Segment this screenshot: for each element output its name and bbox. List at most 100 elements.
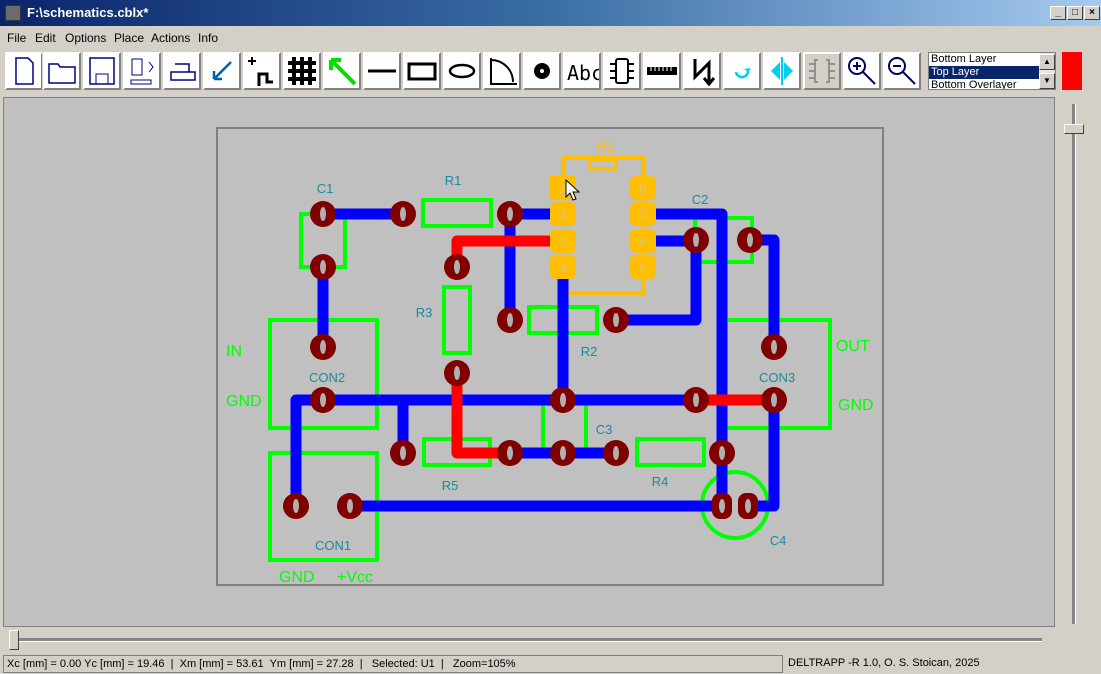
pad-hole (719, 446, 725, 460)
pad-hole (613, 446, 619, 460)
mirror-icon (771, 57, 793, 85)
title-bar: F:\schematics.cblx* _ □ × (0, 0, 1101, 26)
schematic-button[interactable] (122, 51, 162, 91)
designator-label: C4 (770, 533, 787, 548)
group-button[interactable] (802, 51, 842, 91)
designator-label: CON2 (309, 370, 345, 385)
layer-bottom[interactable]: Bottom Layer (929, 53, 1039, 66)
r4-body (635, 437, 706, 467)
text-icon: Abc (567, 61, 603, 85)
pad-hole (320, 340, 326, 354)
rotate-icon (734, 68, 751, 79)
menu-place[interactable]: Place (114, 31, 144, 45)
pad-hole (347, 499, 353, 513)
horizontal-slider[interactable] (12, 638, 1042, 642)
designator-label: R4 (652, 474, 669, 489)
print-button[interactable] (162, 51, 202, 91)
grid-icon (288, 57, 316, 85)
pad-hole (400, 207, 406, 221)
open-folder-button[interactable] (42, 51, 82, 91)
pad-hole (320, 260, 326, 274)
u1-pin-number: 5 (639, 260, 646, 275)
u1-pin-number: 4 (559, 260, 566, 275)
menu-edit[interactable]: Edit (35, 31, 56, 45)
track-icon (329, 58, 357, 86)
component-button[interactable] (602, 51, 642, 91)
designator-label: CON3 (759, 370, 795, 385)
save-icon (89, 57, 115, 85)
pad-hole (320, 207, 326, 221)
menu-actions[interactable]: Actions (151, 31, 190, 45)
pad-hole (693, 393, 699, 407)
zoom-out-button[interactable] (882, 51, 922, 91)
r3-body (442, 285, 472, 355)
layer-list-scrollbar[interactable]: ▲ ▼ (1039, 52, 1056, 90)
vertical-slider-thumb[interactable] (1064, 124, 1084, 134)
vertical-zoom-slider[interactable] (1072, 104, 1076, 624)
u1-pin-number: 7 (639, 207, 646, 222)
arc-button[interactable] (482, 51, 522, 91)
pcb-board[interactable]: 1234 5678U1C1R1C2R3R2CON2 CON3C3R5 R4CON1 C4… (3, 97, 1055, 627)
rectangle-button[interactable] (402, 51, 442, 91)
text-button[interactable]: Abc (562, 51, 603, 91)
pad-hole (320, 393, 326, 407)
pad-button[interactable] (522, 51, 562, 91)
track-button[interactable] (322, 51, 362, 91)
layer-bottom-overlayer[interactable]: Bottom Overlayer (929, 79, 1039, 89)
scroll-up-button[interactable]: ▲ (1039, 54, 1055, 70)
ellipse-button[interactable] (442, 51, 482, 91)
net-label: GND (279, 569, 315, 586)
rectangle-icon (407, 62, 437, 81)
designator-label: C1 (317, 181, 334, 196)
designator-label: R1 (445, 173, 462, 188)
line-button[interactable] (362, 51, 402, 91)
group-icon (809, 59, 835, 83)
pad-hole (293, 499, 299, 513)
new-file-button[interactable] (4, 51, 44, 91)
snap-icon (248, 57, 273, 86)
designator-label: C2 (692, 192, 709, 207)
schematic-icon (130, 58, 154, 85)
print-icon (170, 63, 196, 81)
pad-hole (400, 446, 406, 460)
designator-label: CON1 (315, 538, 351, 553)
minimize-button[interactable]: _ (1050, 6, 1066, 20)
grid-button[interactable] (282, 51, 322, 91)
u1-pin-number: 3 (559, 234, 566, 249)
designator-label: R5 (442, 478, 459, 493)
status-about: DELTRAPP -R 1.0, O. S. Stoican, 2025 (788, 657, 980, 669)
snap-button[interactable] (242, 51, 282, 91)
zoom-in-button[interactable] (842, 51, 882, 91)
pad-hole (693, 233, 699, 247)
menu-file[interactable]: File (7, 31, 26, 45)
ruler-button[interactable] (642, 51, 682, 91)
layer-top[interactable]: Top Layer (929, 66, 1039, 79)
close-button[interactable]: × (1084, 6, 1100, 20)
pad-hole (507, 446, 513, 460)
designator-label: R2 (581, 344, 598, 359)
new-file-icon (15, 57, 34, 85)
maximize-button[interactable]: □ (1067, 6, 1083, 20)
component-icon (610, 58, 634, 84)
net-label: IN (226, 343, 242, 360)
zoom-out-icon (888, 57, 916, 85)
net-label: GND (838, 397, 874, 414)
menu-info[interactable]: Info (198, 31, 218, 45)
u1-pin-number: 2 (559, 207, 566, 222)
route-button[interactable] (682, 51, 722, 91)
r1-body (421, 198, 493, 228)
pad-icon (534, 63, 550, 79)
designator-label: R3 (416, 305, 433, 320)
arrow-select-button[interactable] (202, 51, 242, 91)
rotate-button[interactable] (722, 51, 762, 91)
svg-text:Abc: Abc (567, 61, 599, 85)
scroll-down-button[interactable]: ▼ (1039, 73, 1055, 89)
app-icon (5, 5, 21, 21)
trace (616, 235, 702, 326)
mirror-button[interactable] (762, 51, 802, 91)
menu-options[interactable]: Options (65, 31, 106, 45)
horizontal-slider-thumb[interactable] (9, 630, 19, 650)
save-button[interactable] (82, 51, 122, 91)
pad-hole (719, 499, 725, 513)
layer-list[interactable]: Bottom Layer Top Layer Bottom Overlayer (928, 52, 1039, 90)
